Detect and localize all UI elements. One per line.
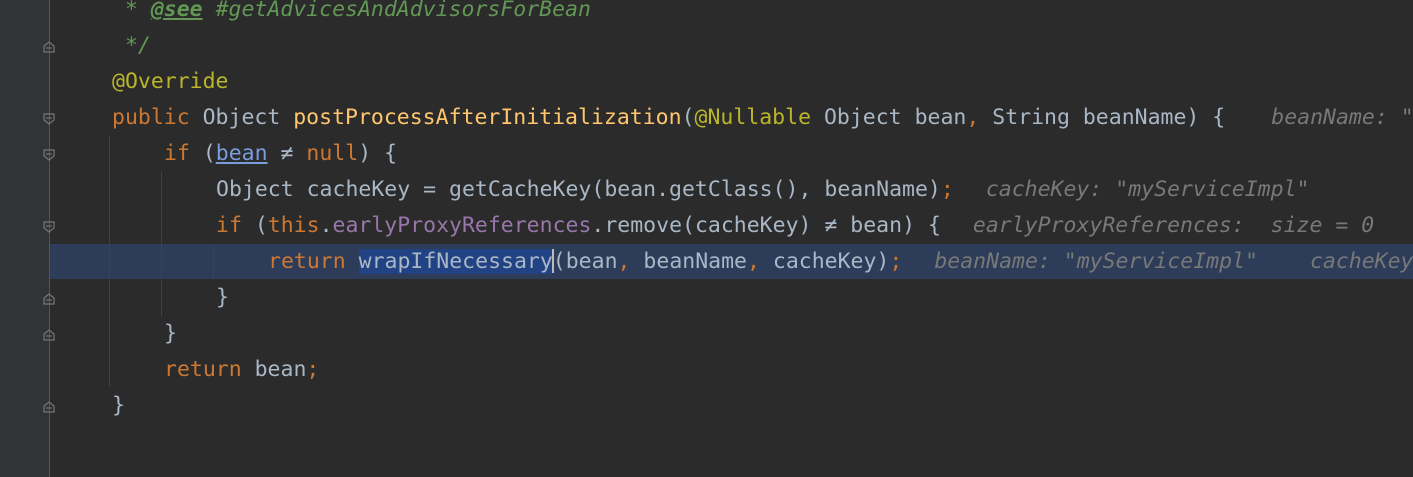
code-line[interactable]: } [164, 316, 177, 352]
param-bean: Object bean [811, 105, 967, 130]
code-line[interactable]: if (this.earlyProxyReferences.remove(cac… [216, 208, 1374, 244]
doc-star: * [112, 0, 151, 22]
semicolon: ; [889, 249, 903, 274]
inline-debug-hint: earlyProxyReferences: size = 0 [972, 213, 1375, 238]
code-editor[interactable]: * @see #getAdvicesAndAdvisorsForBean */ … [0, 0, 1413, 477]
variable-bean[interactable]: bean [216, 141, 268, 166]
code-line[interactable]: } [112, 388, 125, 424]
code-line[interactable]: return bean; [164, 352, 319, 388]
semicolon: ; [306, 357, 320, 382]
semicolon: ; [940, 177, 954, 202]
comma: , [966, 105, 980, 130]
closing-brace: } [112, 393, 125, 418]
comma: , [617, 249, 631, 274]
nullable-annotation: @Nullable [694, 105, 812, 130]
fold-end-icon[interactable] [42, 400, 56, 414]
args-open: (bean [552, 249, 618, 274]
code-line-current[interactable]: return wrapIfNecessary(bean, beanName, c… [268, 244, 1413, 280]
code-line[interactable]: } [216, 280, 229, 316]
closing-brace: } [164, 321, 177, 346]
fold-start-icon[interactable] [42, 112, 56, 126]
param-beanname: String beanName) { [979, 105, 1226, 130]
inline-debug-hint: cacheKey: "myServiceImpl" [985, 177, 1310, 202]
field-early-proxy-references[interactable]: earlyProxyReferences [333, 213, 592, 238]
code-line[interactable]: */ [112, 28, 151, 64]
code-line[interactable]: @Override [112, 64, 229, 100]
keyword-return: return [268, 249, 346, 274]
paren-open: ( [189, 141, 216, 166]
comma: , [746, 249, 760, 274]
fold-end-icon[interactable] [42, 292, 56, 306]
closing-brace: } [216, 285, 229, 310]
keyword-public: public [112, 105, 190, 130]
method-name[interactable]: postProcessAfterInitialization [293, 105, 681, 130]
inline-debug-hint: beanName: "m [1271, 105, 1413, 130]
fold-start-icon[interactable] [42, 220, 56, 234]
keyword-return: return [164, 357, 242, 382]
fold-end-icon[interactable] [42, 40, 56, 54]
inline-debug-hint: cacheKey [1309, 249, 1413, 274]
code-line[interactable]: * @see #getAdvicesAndAdvisorsForBean [112, 0, 591, 28]
inline-debug-hint: beanName: "myServiceImpl" [934, 249, 1258, 274]
code-line[interactable]: public Object postProcessAfterInitializa… [112, 100, 1413, 136]
fold-start-icon[interactable] [42, 148, 56, 162]
keyword-if: if [164, 141, 190, 166]
keyword-this: this [267, 213, 320, 238]
paren-close: ) { [358, 141, 398, 166]
doc-reference: #getAdvicesAndAdvisorsForBean [202, 0, 591, 22]
return-value: bean [241, 357, 307, 382]
arg-beanname: beanName [630, 249, 747, 274]
code-line[interactable]: if (bean ≠ null) { [164, 136, 397, 172]
statement: Object cacheKey = getCacheKey(bean.getCl… [216, 177, 941, 202]
arg-cachekey: cacheKey) [759, 249, 890, 274]
override-annotation: @Override [112, 69, 229, 94]
code-line[interactable]: Object cacheKey = getCacheKey(bean.getCl… [216, 172, 1309, 208]
doc-end: */ [112, 33, 151, 58]
condition-rest: .remove(cacheKey) ≠ bean) { [591, 213, 941, 238]
indent-guide [161, 172, 162, 316]
fold-end-icon[interactable] [42, 328, 56, 342]
keyword-if: if [216, 213, 242, 238]
dot: . [319, 213, 333, 238]
selected-method-call[interactable]: wrapIfNecessary [358, 249, 553, 274]
keyword-null: null [306, 141, 359, 166]
paren-open: ( [681, 105, 695, 130]
indent-guide [213, 244, 214, 280]
return-type: Object [189, 105, 294, 130]
not-equal-operator: ≠ [267, 141, 307, 166]
indent-guide [109, 136, 110, 386]
see-tag[interactable]: @see [151, 0, 203, 22]
paren-open: ( [241, 213, 268, 238]
